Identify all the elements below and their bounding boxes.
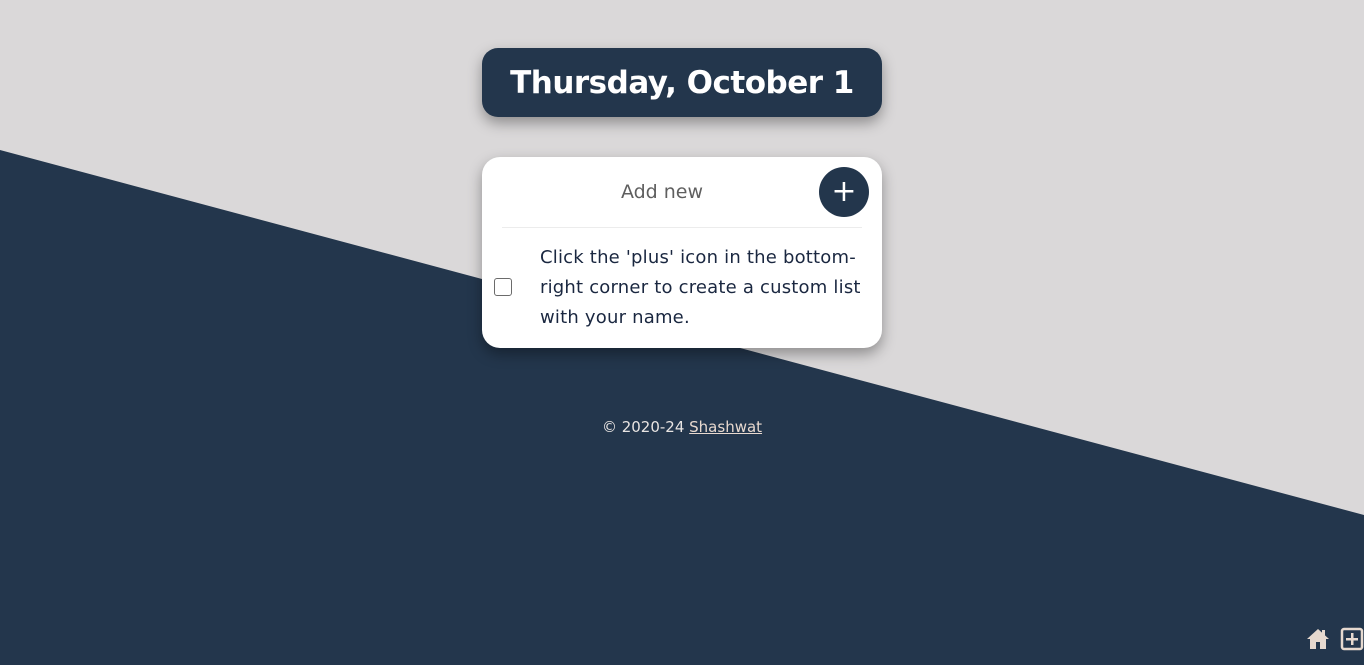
add-item-button[interactable]: + bbox=[819, 167, 869, 217]
todo-card: + Click the 'plus' icon in the bottom-ri… bbox=[482, 157, 882, 348]
new-item-input[interactable] bbox=[502, 171, 822, 213]
footer: © 2020-24 Shashwat bbox=[0, 418, 1364, 436]
date-title: Thursday, October 1 bbox=[510, 64, 854, 101]
add-square-icon[interactable] bbox=[1340, 627, 1364, 651]
add-item-row: + bbox=[502, 157, 869, 228]
item-text: Click the 'plus' icon in the bottom-righ… bbox=[540, 247, 861, 328]
author-link[interactable]: Shashwat bbox=[689, 418, 762, 436]
date-header: Thursday, October 1 bbox=[482, 48, 882, 117]
home-icon[interactable] bbox=[1306, 627, 1330, 651]
item-checkbox[interactable] bbox=[494, 278, 512, 296]
copyright-text: © 2020-24 bbox=[601, 418, 690, 436]
corner-toolbar bbox=[1306, 626, 1364, 652]
